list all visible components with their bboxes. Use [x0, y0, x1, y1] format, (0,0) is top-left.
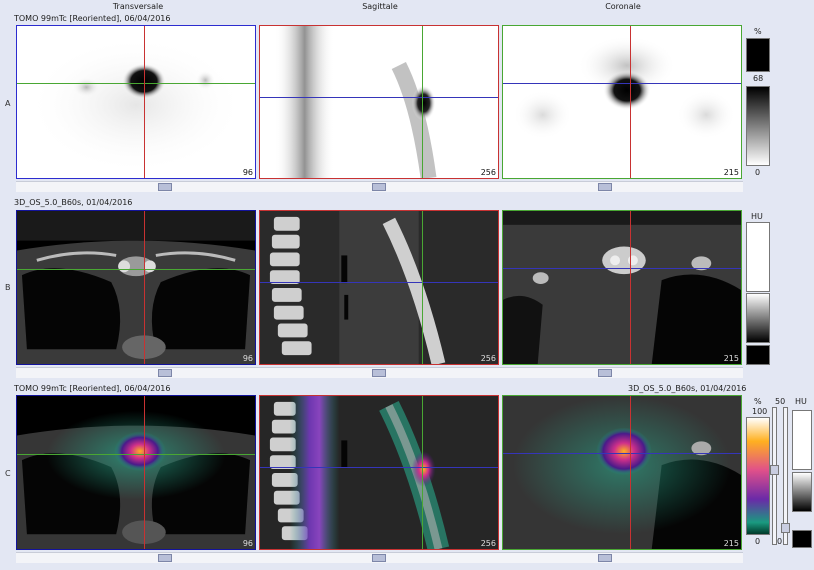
- crosshair-horizontal: [503, 453, 741, 454]
- viewport-b-coronale[interactable]: 215: [502, 210, 742, 365]
- scale-c-zero: 0: [777, 537, 783, 546]
- scrollbar-thumb-coronale[interactable]: [598, 554, 612, 562]
- viewport-c-sagittale[interactable]: 256: [259, 395, 499, 550]
- scrollbar-thumb-transversale[interactable]: [158, 554, 172, 562]
- colorbar-b-bottom: [746, 345, 770, 365]
- scale-b-unit: HU: [751, 212, 763, 221]
- colorbar-c-ct-bottom: [792, 530, 812, 548]
- header-coronale: Coronale: [605, 2, 641, 11]
- ct-sagittal-image: [260, 211, 498, 364]
- crosshair-horizontal: [17, 454, 255, 455]
- slice-number: 256: [480, 354, 496, 363]
- crosshair-vertical: [422, 396, 423, 549]
- crosshair-vertical: [144, 396, 145, 549]
- spect-transversal-image: [26, 35, 246, 175]
- header-transversale: Transversale: [112, 2, 164, 11]
- ct-coronal-image: [503, 211, 741, 364]
- colorbar-a-top: [746, 38, 770, 72]
- row-c-title-right: 3D_OS_5.0_B60s, 01/04/2016: [628, 384, 747, 393]
- opacity-slider-thumb[interactable]: [770, 465, 779, 475]
- viewport-a-coronale[interactable]: 215: [502, 25, 742, 179]
- slice-scrollbar[interactable]: [16, 181, 743, 192]
- slice-number: 96: [242, 354, 253, 363]
- scrollbar-thumb-coronale[interactable]: [598, 183, 612, 191]
- crosshair-vertical: [630, 26, 631, 178]
- crosshair-vertical: [144, 211, 145, 364]
- scale-a-mid: 68: [753, 74, 764, 83]
- crosshair-vertical: [422, 211, 423, 364]
- scrollbar-thumb-sagittale[interactable]: [372, 183, 386, 191]
- slice-scrollbar[interactable]: [16, 552, 743, 563]
- scale-c-min: 0: [755, 537, 761, 546]
- slice-number: 215: [723, 168, 739, 177]
- row-c-title-left: TOMO 99mTc [Reoriented], 06/04/2016: [14, 384, 171, 393]
- row-b-label: B: [5, 283, 11, 292]
- scrollbar-thumb-transversale[interactable]: [158, 183, 172, 191]
- scale-a-unit: %: [754, 27, 762, 36]
- ct-window-slider-thumb[interactable]: [781, 523, 790, 533]
- scale-c-hu: HU: [795, 397, 807, 406]
- crosshair-horizontal: [503, 83, 741, 84]
- scale-c-max: 100: [752, 407, 768, 416]
- slice-scrollbar[interactable]: [16, 367, 743, 378]
- fusion-coronal-image: [503, 396, 741, 549]
- viewport-b-sagittale[interactable]: 256: [259, 210, 499, 365]
- row-a-label: A: [5, 99, 11, 108]
- row-a-title: TOMO 99mTc [Reoriented], 06/04/2016: [14, 14, 171, 23]
- scrollbar-thumb-coronale[interactable]: [598, 369, 612, 377]
- crosshair-horizontal: [260, 97, 498, 98]
- header-sagittale: Sagittale: [362, 2, 398, 11]
- crosshair-horizontal: [17, 83, 255, 84]
- ct-transversal-image: [17, 211, 255, 364]
- slice-number: 215: [723, 354, 739, 363]
- crosshair-vertical: [630, 211, 631, 364]
- scale-c-50: 50: [775, 397, 786, 406]
- slice-number: 96: [242, 168, 253, 177]
- viewport-b-transversale[interactable]: 96: [16, 210, 256, 365]
- crosshair-vertical: [422, 26, 423, 178]
- crosshair-vertical: [144, 26, 145, 178]
- crosshair-horizontal: [260, 467, 498, 468]
- viewport-c-coronale[interactable]: 215: [502, 395, 742, 550]
- viewport-c-transversale[interactable]: 96: [16, 395, 256, 550]
- crosshair-horizontal: [503, 268, 741, 269]
- colorbar-b[interactable]: [746, 293, 770, 343]
- row-c-label: C: [5, 469, 11, 478]
- slice-number: 215: [723, 539, 739, 548]
- colorbar-c[interactable]: [746, 417, 770, 535]
- colorbar-c-ct-top: [792, 410, 812, 470]
- slice-number: 256: [480, 168, 496, 177]
- colorbar-a[interactable]: [746, 86, 770, 166]
- scale-c-unit: %: [754, 397, 762, 406]
- fusion-transversal-image: [17, 410, 255, 549]
- fusion-sagittal-image: [260, 396, 498, 549]
- row-b-title: 3D_OS_5.0_B60s, 01/04/2016: [14, 198, 133, 207]
- scale-a-min: 0: [755, 168, 761, 177]
- slice-number: 256: [480, 539, 496, 548]
- crosshair-horizontal: [260, 282, 498, 283]
- viewport-a-sagittale[interactable]: 256: [259, 25, 499, 179]
- spect-sagittal-image: [274, 26, 437, 178]
- opacity-slider-track[interactable]: [772, 407, 777, 545]
- colorbar-b-top: [746, 222, 770, 292]
- scrollbar-thumb-sagittale[interactable]: [372, 554, 386, 562]
- slice-number: 96: [242, 539, 253, 548]
- crosshair-horizontal: [17, 269, 255, 270]
- scrollbar-thumb-sagittale[interactable]: [372, 369, 386, 377]
- viewport-a-transversale[interactable]: 96: [16, 25, 256, 179]
- crosshair-vertical: [630, 396, 631, 549]
- scrollbar-thumb-transversale[interactable]: [158, 369, 172, 377]
- colorbar-c-ct[interactable]: [792, 472, 812, 512]
- spect-coronal-image: [512, 35, 737, 140]
